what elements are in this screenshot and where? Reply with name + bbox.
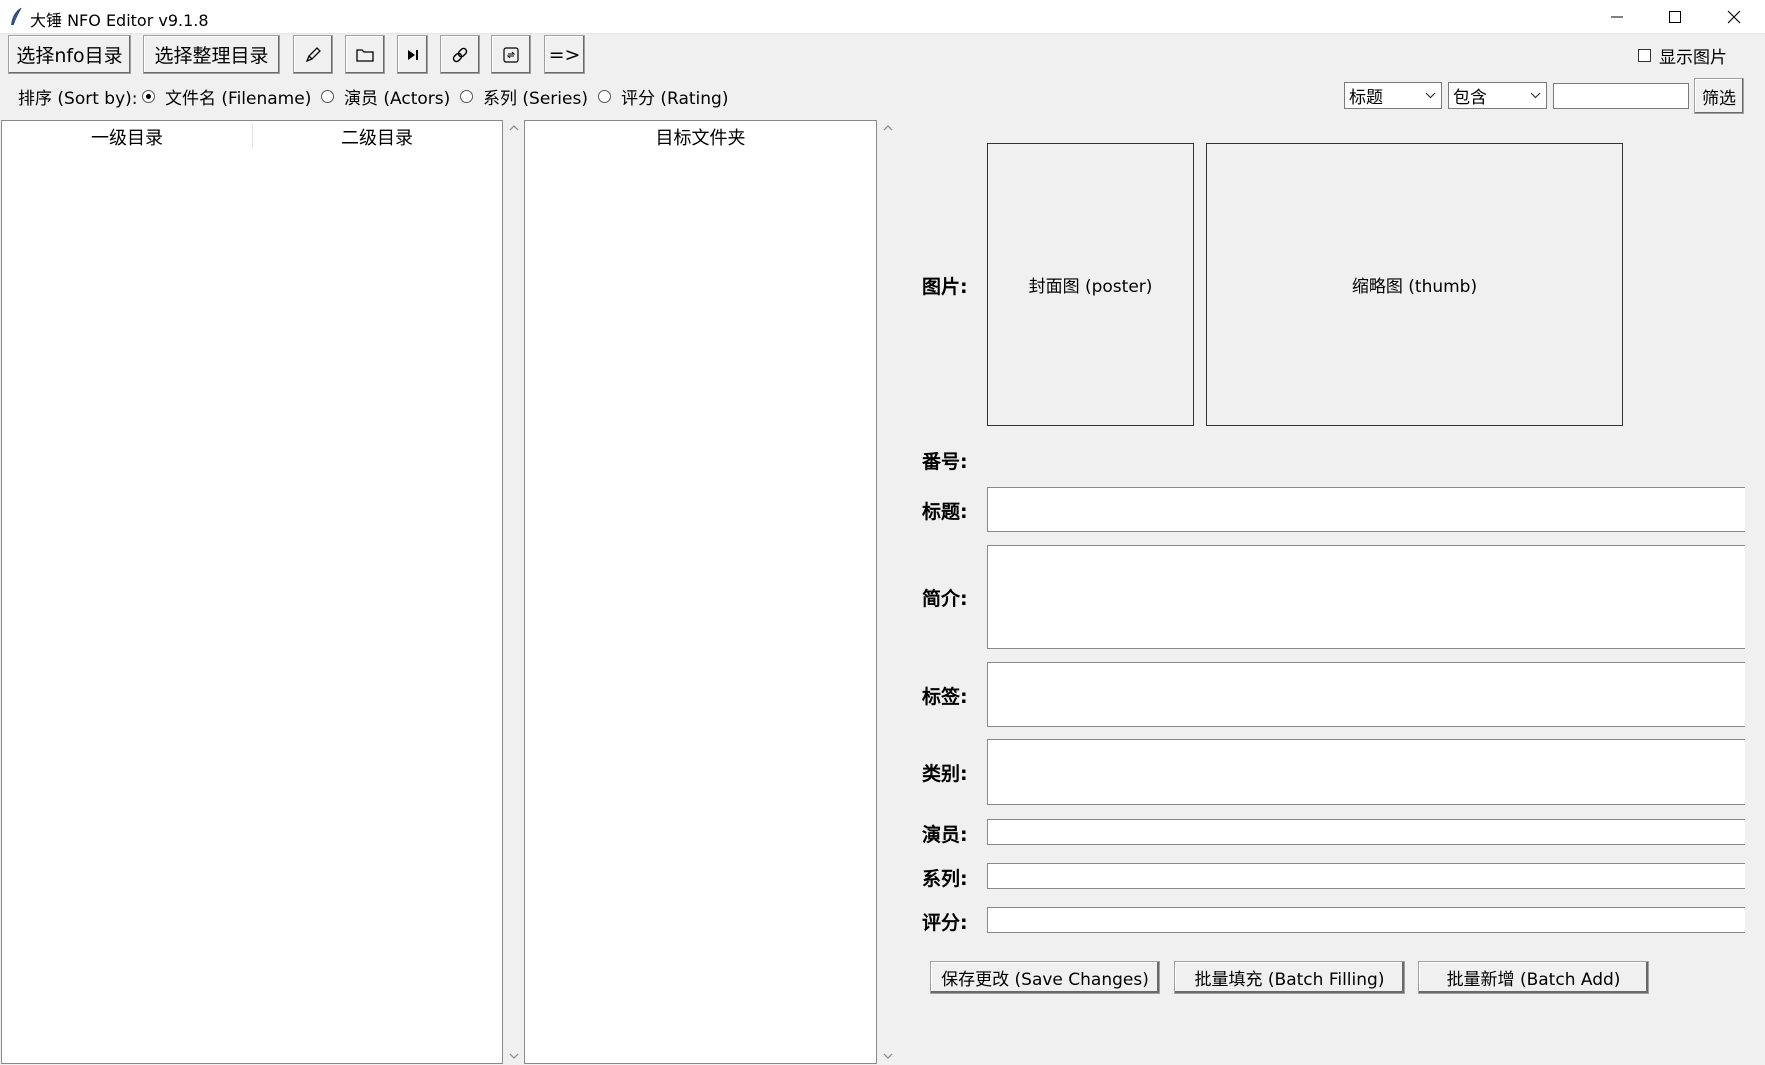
tags-label: 标签: <box>922 686 968 708</box>
show-images-label: 显示图片 <box>1659 48 1727 68</box>
series-input[interactable] <box>987 863 1745 889</box>
close-button[interactable] <box>1705 0 1763 34</box>
filter-text-input[interactable] <box>1553 83 1689 109</box>
tags-textarea[interactable] <box>987 662 1745 727</box>
actors-input[interactable] <box>987 819 1745 845</box>
refresh-button[interactable] <box>491 35 531 74</box>
title-input[interactable] <box>987 487 1745 532</box>
column-header-level2[interactable]: 二级目录 <box>252 124 502 150</box>
filter-condition-value: 包含 <box>1453 88 1487 108</box>
radio-icon[interactable] <box>321 90 334 103</box>
title-label: 标题: <box>922 501 968 523</box>
batch-filling-button[interactable]: 批量填充 (Batch Filling) <box>1174 961 1405 994</box>
scroll-up-icon[interactable] <box>509 124 519 131</box>
sort-radio-series[interactable]: 系列 (Series) <box>460 84 588 109</box>
app-feather-icon <box>11 7 22 26</box>
genre-textarea[interactable] <box>987 739 1745 805</box>
checkbox-box[interactable] <box>1638 49 1651 62</box>
filter-condition-select[interactable]: 包含 <box>1448 82 1547 109</box>
filter-field-select[interactable]: 标题 <box>1344 82 1442 109</box>
play-next-icon <box>407 49 418 60</box>
link-icon <box>452 47 468 62</box>
sort-radio-actors[interactable]: 演员 (Actors) <box>321 84 450 109</box>
pencil-icon <box>305 46 321 62</box>
title-bar: 大锤 NFO Editor v9.1.8 <box>0 0 1765 34</box>
filter-button[interactable]: 筛选 <box>1694 78 1744 114</box>
play-button[interactable] <box>397 35 428 74</box>
refresh-icon <box>503 46 519 63</box>
series-label: 系列: <box>922 868 968 890</box>
sort-option-label: 演员 (Actors) <box>344 89 451 109</box>
directory-tree[interactable]: 一级目录 二级目录 <box>1 120 503 1064</box>
select-nfo-dir-button[interactable]: 选择nfo目录 <box>8 35 131 74</box>
target-folder-header[interactable]: 目标文件夹 <box>525 124 876 150</box>
poster-image: 封面图 (poster) <box>987 143 1194 426</box>
plot-textarea[interactable] <box>987 545 1745 649</box>
window-title: 大锤 NFO Editor v9.1.8 <box>30 11 209 30</box>
radio-icon[interactable] <box>598 90 611 103</box>
tree-scrollbar[interactable] <box>504 120 524 1064</box>
rating-input[interactable] <box>987 907 1745 933</box>
image-label: 图片: <box>922 276 968 298</box>
move-to-target-button[interactable]: => <box>544 35 585 74</box>
target-folder-list[interactable]: 目标文件夹 <box>524 120 877 1064</box>
select-organize-dir-button[interactable]: 选择整理目录 <box>143 35 280 74</box>
minimize-button[interactable] <box>1588 0 1646 34</box>
num-label: 番号: <box>922 451 968 473</box>
sort-label: 排序 (Sort by): <box>18 89 138 109</box>
radio-selected-icon[interactable] <box>142 90 155 103</box>
batch-add-button[interactable]: 批量新增 (Batch Add) <box>1418 961 1649 994</box>
open-folder-button[interactable] <box>345 35 385 74</box>
minimize-icon <box>1611 16 1623 18</box>
thumb-image: 缩略图 (thumb) <box>1206 143 1623 426</box>
link-button[interactable] <box>440 35 480 74</box>
sort-option-label: 文件名 (Filename) <box>165 89 312 109</box>
plot-label: 简介: <box>922 588 968 610</box>
close-icon <box>1727 10 1741 24</box>
scroll-up-icon[interactable] <box>883 124 893 131</box>
maximize-icon <box>1669 11 1681 23</box>
save-changes-button[interactable]: 保存更改 (Save Changes) <box>930 961 1160 994</box>
scroll-down-icon[interactable] <box>509 1053 519 1060</box>
genre-label: 类别: <box>922 763 968 785</box>
filter-field-value: 标题 <box>1349 88 1383 108</box>
sort-radio-rating[interactable]: 评分 (Rating) <box>598 84 728 109</box>
chevron-down-icon <box>1425 92 1436 99</box>
rating-label: 评分: <box>922 912 968 934</box>
maximize-button[interactable] <box>1646 0 1704 34</box>
target-scrollbar[interactable] <box>878 120 898 1064</box>
tree-header: 一级目录 二级目录 <box>2 121 502 150</box>
radio-icon[interactable] <box>460 90 473 103</box>
folder-icon <box>356 48 374 62</box>
edit-button[interactable] <box>293 35 333 74</box>
column-header-level1[interactable]: 一级目录 <box>2 124 252 150</box>
sort-option-label: 评分 (Rating) <box>621 89 729 109</box>
show-images-checkbox[interactable]: 显示图片 <box>1638 43 1727 68</box>
chevron-down-icon <box>1530 92 1541 99</box>
sort-radio-filename[interactable]: 文件名 (Filename) <box>142 84 311 109</box>
actors-label: 演员: <box>922 824 968 846</box>
scroll-down-icon[interactable] <box>883 1053 893 1060</box>
sort-option-label: 系列 (Series) <box>483 89 588 109</box>
